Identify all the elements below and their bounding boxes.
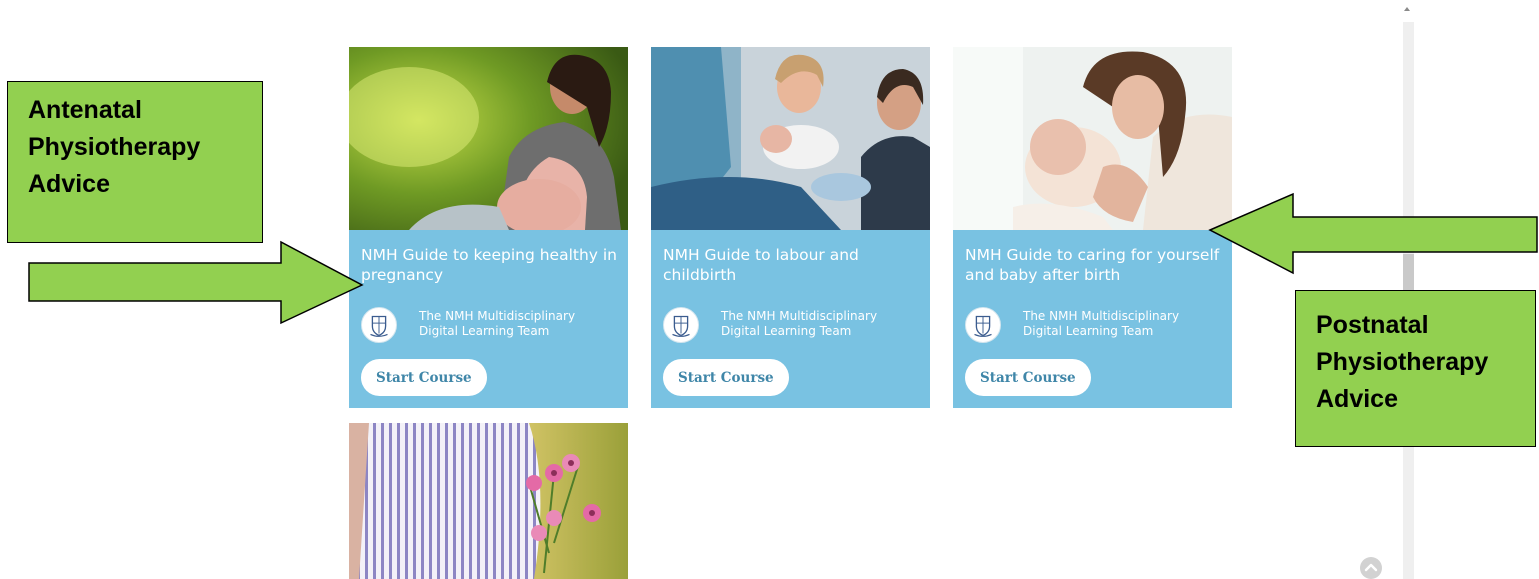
chevron-up-icon[interactable] — [1360, 557, 1382, 579]
course-author: The NMH Multidisciplinary Digital Learni… — [721, 309, 878, 338]
course-title[interactable]: NMH Guide to labour and childbirth — [663, 245, 925, 285]
annotation-antenatal: Antenatal Physiotherapy Advice — [7, 81, 263, 243]
course-card-partial[interactable] — [349, 423, 628, 579]
course-image-newborn-parents[interactable] — [651, 47, 930, 230]
course-card-pregnancy[interactable]: NMH Guide to keeping healthy in pregnanc… — [349, 47, 628, 408]
crest-icon — [965, 307, 1001, 343]
course-title[interactable]: NMH Guide to keeping healthy in pregnanc… — [361, 245, 623, 285]
start-course-button[interactable]: Start Course — [361, 359, 487, 396]
course-title[interactable]: NMH Guide to caring for yourself and bab… — [965, 245, 1227, 285]
course-card-labour[interactable]: NMH Guide to labour and childbirth The N… — [651, 47, 930, 408]
scroll-up-arrow-icon[interactable] — [1404, 7, 1410, 11]
start-course-button[interactable]: Start Course — [663, 359, 789, 396]
annotation-arrow-left — [28, 240, 364, 325]
course-image-pregnant-woman[interactable] — [349, 47, 628, 230]
course-author: The NMH Multidisciplinary Digital Learni… — [419, 309, 576, 338]
annotation-arrow-right — [1208, 192, 1538, 275]
course-catalog-page: NMH Guide to keeping healthy in pregnanc… — [0, 0, 1539, 579]
course-card-after-birth[interactable]: NMH Guide to caring for yourself and bab… — [953, 47, 1232, 408]
annotation-postnatal: Postnatal Physiotherapy Advice — [1295, 290, 1536, 447]
course-image-mother-baby[interactable] — [953, 47, 1232, 230]
start-course-button[interactable]: Start Course — [965, 359, 1091, 396]
crest-icon — [663, 307, 699, 343]
course-image-flowers[interactable] — [349, 423, 628, 579]
course-author: The NMH Multidisciplinary Digital Learni… — [1023, 309, 1180, 338]
